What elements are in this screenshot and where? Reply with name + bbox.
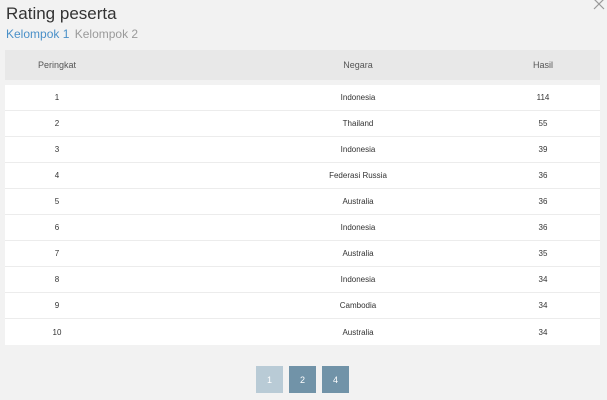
score-cell: 114 <box>536 93 550 102</box>
table-row: 10 Australia 34 <box>5 319 600 345</box>
rank-cell: 6 <box>54 223 60 232</box>
table-row: 3 Indonesia 39 <box>5 137 600 163</box>
rank-cell: 5 <box>54 197 60 206</box>
rank-cell: 10 <box>52 327 62 337</box>
score-cell: 36 <box>538 223 548 232</box>
page-button[interactable]: 2 <box>289 366 316 393</box>
score-cell: 34 <box>538 327 548 337</box>
country-cell: Indonesia <box>340 223 376 232</box>
page-button[interactable]: 4 <box>322 366 349 393</box>
header-rank: Peringkat <box>37 60 77 70</box>
table-row: 8 Indonesia 34 <box>5 267 600 293</box>
rank-cell: 9 <box>54 301 60 310</box>
score-cell: 36 <box>538 171 548 180</box>
country-cell: Indonesia <box>340 93 376 102</box>
rank-cell: 1 <box>54 93 60 102</box>
table-body: 1 Indonesia 114 2 Thailand 55 3 Indonesi… <box>5 85 600 345</box>
score-cell: 39 <box>538 145 548 154</box>
table-row: 4 Federasi Russia 36 <box>5 163 600 189</box>
rank-cell: 4 <box>54 171 60 180</box>
header-score: Hasil <box>532 60 553 70</box>
tab-kelompok-2[interactable]: Kelompok 2 <box>75 27 138 41</box>
table-row: 2 Thailand 55 <box>5 111 600 137</box>
header-country: Negara <box>343 60 373 70</box>
table-row: 7 Australia 35 <box>5 241 600 267</box>
close-icon[interactable] <box>592 0 606 11</box>
tab-kelompok-1[interactable]: Kelompok 1 <box>6 27 69 41</box>
score-cell: 55 <box>538 119 548 128</box>
rating-modal: Rating peserta Kelompok 1 Kelompok 2 Per… <box>0 0 607 400</box>
rank-cell: 8 <box>54 275 60 284</box>
rank-cell: 3 <box>54 145 60 154</box>
score-cell: 35 <box>538 249 548 258</box>
rank-cell: 2 <box>54 119 60 128</box>
modal-title: Rating peserta <box>6 4 117 23</box>
table-header: Peringkat Negara Hasil <box>5 50 600 80</box>
country-cell: Australia <box>342 249 374 258</box>
table-row: 9 Cambodia 34 <box>5 293 600 319</box>
pagination: 1 2 4 <box>256 366 349 393</box>
country-cell: Australia <box>342 197 374 206</box>
country-cell: Cambodia <box>339 301 377 310</box>
country-cell: Thailand <box>342 119 374 128</box>
score-cell: 36 <box>538 197 548 206</box>
table-row: 1 Indonesia 114 <box>5 85 600 111</box>
table-row: 5 Australia 36 <box>5 189 600 215</box>
country-cell: Australia <box>342 327 374 337</box>
country-cell: Federasi Russia <box>329 171 387 180</box>
rank-cell: 7 <box>54 249 60 258</box>
score-cell: 34 <box>538 275 548 284</box>
table-row: 6 Indonesia 36 <box>5 215 600 241</box>
country-cell: Indonesia <box>340 145 376 154</box>
country-cell: Indonesia <box>340 275 376 284</box>
page-button-current[interactable]: 1 <box>256 366 283 393</box>
score-cell: 34 <box>538 301 548 310</box>
group-tabs: Kelompok 1 Kelompok 2 <box>6 27 138 41</box>
